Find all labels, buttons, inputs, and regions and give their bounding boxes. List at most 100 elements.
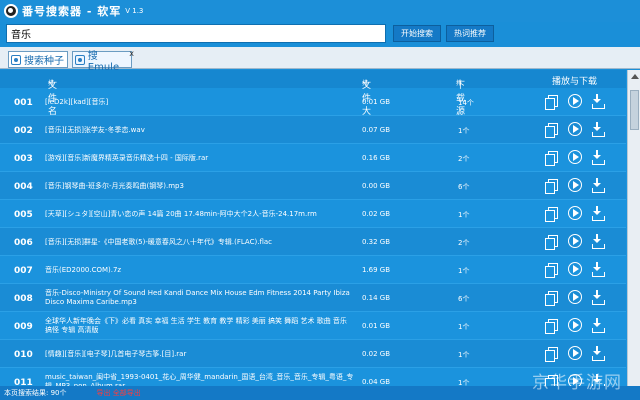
table-row[interactable]: 008 音乐-Disco-Ministry Of Sound Hed Kandi … [0, 284, 626, 312]
vertical-scrollbar[interactable] [627, 70, 640, 400]
row-file-name: [音乐][无损]张学友-冬季恋.wav [45, 125, 145, 134]
copy-icon[interactable] [545, 235, 558, 250]
download-arrow [593, 323, 601, 327]
download-icon[interactable] [591, 234, 605, 249]
play-icon[interactable] [568, 234, 582, 248]
sort-size[interactable]: 排 [362, 78, 368, 87]
play-icon[interactable] [568, 290, 582, 304]
row-number: 001 [14, 98, 33, 108]
emule-icon [75, 54, 85, 65]
download-arrow [593, 155, 601, 159]
row-file-size: 0.14 GB [362, 294, 391, 302]
row-number: 004 [14, 182, 33, 192]
hot-words-button[interactable]: 热词推荐 [446, 25, 494, 42]
copy-icon[interactable] [545, 95, 558, 110]
row-actions [545, 234, 615, 250]
table-row[interactable]: 007 音乐(ED2000.COM).7z 1.69 GB 1个 [0, 256, 626, 284]
row-file-name: [天草][シュタ][空山]青い恋の声 14篇 20曲 17.48min-阿中大个… [45, 209, 317, 218]
table-row[interactable]: 002 [音乐][无损]张学友-冬季恋.wav 0.07 GB 1个 [0, 116, 626, 144]
download-icon[interactable] [591, 318, 605, 333]
table-row[interactable]: 001 [leD2k][kad][音乐] 0.01 GB 14个 [0, 88, 626, 116]
play-icon[interactable] [568, 206, 582, 220]
download-icon[interactable] [591, 206, 605, 221]
row-actions [545, 94, 615, 110]
table-row[interactable]: 006 [音乐][无损]群星-《中国老歌(5)-暖意春风之八十年代》专辑.(FLA… [0, 228, 626, 256]
copy-icon[interactable] [545, 319, 558, 334]
copy-icon[interactable] [545, 347, 558, 362]
row-actions [545, 318, 615, 334]
row-file-size: 0.02 GB [362, 350, 391, 358]
row-number: 006 [14, 238, 33, 248]
row-actions [545, 122, 615, 138]
table-row[interactable]: 003 [游戏][音乐]新魔界精英录音乐精选十四 - 国际版.rar 0.16 GB… [0, 144, 626, 172]
watermark: 京华手游网 [532, 373, 622, 393]
search-input[interactable] [6, 24, 386, 43]
download-arrow [593, 295, 601, 299]
sort-source[interactable]: 排 [456, 78, 462, 87]
play-icon[interactable] [568, 178, 582, 192]
result-count: 本页搜索结果: 90个 [4, 389, 67, 397]
row-file-name: [情趣][音乐][电子琴]几首电子琴古筝.[目].rar [45, 349, 187, 358]
table-row[interactable]: 004 [音乐]钢琴曲-班多尔-月光奏鸣曲(钢琴).mp3 0.00 GB 6个 [0, 172, 626, 200]
header-actions: 播放与下载 [552, 77, 598, 87]
download-icon[interactable] [591, 178, 605, 193]
tab-search-seed[interactable]: 搜索种子 [8, 51, 68, 68]
row-source-count: 1个 [458, 267, 470, 275]
app-search-icon [4, 4, 18, 18]
copy-icon[interactable] [545, 179, 558, 194]
row-source-count: 1个 [458, 211, 470, 219]
download-icon[interactable] [591, 94, 605, 109]
row-source-count: 14个 [458, 99, 474, 107]
copy-icon[interactable] [545, 263, 558, 278]
row-actions [545, 262, 615, 278]
row-file-size: 0.16 GB [362, 154, 391, 162]
download-icon[interactable] [591, 150, 605, 165]
export-links[interactable]: 导出 全部导出 [97, 388, 141, 398]
row-file-size: 0.07 GB [362, 126, 391, 134]
row-number: 009 [14, 322, 33, 332]
tab-search-emule[interactable]: 搜Emule x [72, 49, 134, 73]
table-row[interactable]: 005 [天草][シュタ][空山]青い恋の声 14篇 20曲 17.48min-阿… [0, 200, 626, 228]
download-arrow [593, 183, 601, 187]
tab-close-icon[interactable]: x [129, 49, 134, 58]
row-source-count: 2个 [458, 239, 470, 247]
row-number: 003 [14, 154, 33, 164]
row-source-count: 6个 [458, 183, 470, 191]
copy-icon[interactable] [545, 151, 558, 166]
download-arrow [593, 351, 601, 355]
play-icon[interactable] [568, 262, 582, 276]
row-source-count: 1个 [458, 351, 470, 359]
row-number: 010 [14, 350, 33, 360]
copy-icon[interactable] [545, 123, 558, 138]
play-icon[interactable] [568, 94, 582, 108]
row-file-size: 1.69 GB [362, 266, 391, 274]
row-source-count: 1个 [458, 323, 470, 331]
scroll-thumb[interactable] [630, 90, 639, 130]
table-row[interactable]: 010 [情趣][音乐][电子琴]几首电子琴古筝.[目].rar 0.02 GB 1个 [0, 340, 626, 368]
sort-name[interactable]: 排 [48, 78, 54, 87]
row-file-name: [音乐][无损]群星-《中国老歌(5)-暖意春风之八十年代》专辑.(FLAC).… [45, 237, 272, 246]
row-actions [545, 206, 615, 222]
row-file-size: 0.01 GB [362, 322, 391, 330]
play-icon[interactable] [568, 346, 582, 360]
row-source-count: 6个 [458, 295, 470, 303]
download-icon[interactable] [591, 122, 605, 137]
download-icon[interactable] [591, 346, 605, 361]
download-icon[interactable] [591, 290, 605, 305]
play-icon[interactable] [568, 122, 582, 136]
start-search-button[interactable]: 开始搜索 [393, 25, 441, 42]
row-actions [545, 290, 615, 306]
table-row[interactable]: 009 全球华人新年晚会《下》必看 真实 幸福 生活 学生 教育 教学 精彩 美丽… [0, 312, 626, 340]
row-file-name: 全球华人新年晚会《下》必看 真实 幸福 生活 学生 教育 教学 精彩 美丽 搞笑… [45, 317, 347, 334]
play-icon[interactable] [568, 318, 582, 332]
row-file-size: 0.02 GB [362, 210, 391, 218]
row-file-name: [leD2k][kad][音乐] [45, 97, 109, 106]
copy-icon[interactable] [545, 207, 558, 222]
scroll-up-icon[interactable] [631, 74, 639, 79]
play-icon[interactable] [568, 150, 582, 164]
download-icon[interactable] [591, 262, 605, 277]
results-grid: 文件名 排 文件大小 排 下载源 排 播放与下载 001 [leD2k][kad]… [0, 70, 640, 400]
title-bar: 番号搜索器 - 软军 V 1.3 [0, 0, 640, 22]
row-source-count: 2个 [458, 155, 470, 163]
copy-icon[interactable] [545, 291, 558, 306]
